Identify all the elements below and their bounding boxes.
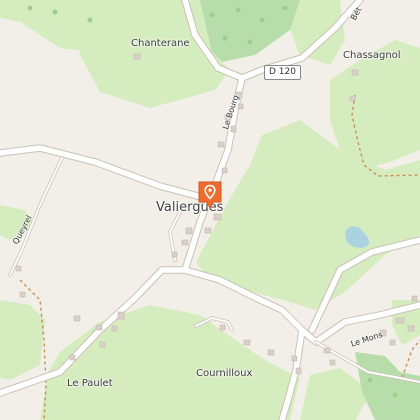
place-label-cournilloux: Cournilloux xyxy=(196,368,253,379)
map-view[interactable]: Chanterane Chassagnol Valiergues Le Paul… xyxy=(0,0,420,420)
place-label-le-paulet: Le Paulet xyxy=(67,378,113,389)
location-marker[interactable] xyxy=(197,180,223,210)
place-label-chassagnol: Chassagnol xyxy=(343,50,401,61)
place-label-chanterane: Chanterane xyxy=(131,38,190,49)
road-shield-d120: D 120 xyxy=(264,65,301,80)
location-pin-icon xyxy=(198,181,222,210)
